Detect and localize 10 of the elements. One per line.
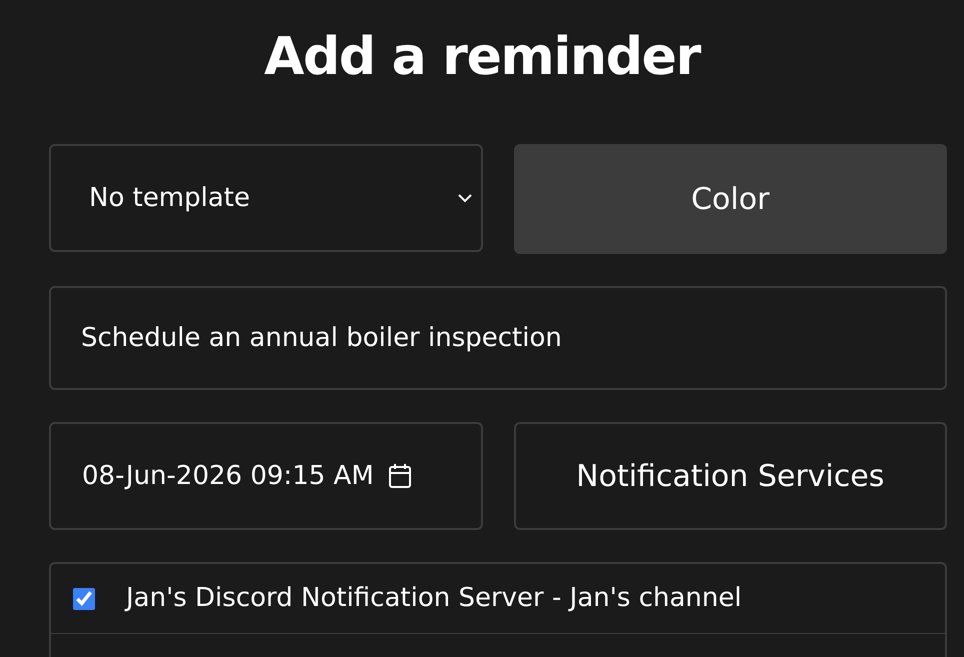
color-button[interactable]: Color <box>514 144 947 254</box>
notification-services-button[interactable]: Notification Services <box>514 422 947 530</box>
calendar-icon[interactable] <box>388 463 412 489</box>
service-label: Jan's Discord Notification Server - Jan's channel <box>126 582 742 615</box>
service-checkbox[interactable] <box>73 588 95 610</box>
page-title: Add a reminder <box>264 26 700 89</box>
template-dropdown[interactable]: No template <box>49 144 482 252</box>
date-time-field[interactable]: 08-Jun-2026 09:15 AM <box>49 422 482 530</box>
reminder-text-field[interactable]: Schedule an annual boiler inspection <box>49 286 947 390</box>
chevron-down-icon <box>456 193 472 203</box>
